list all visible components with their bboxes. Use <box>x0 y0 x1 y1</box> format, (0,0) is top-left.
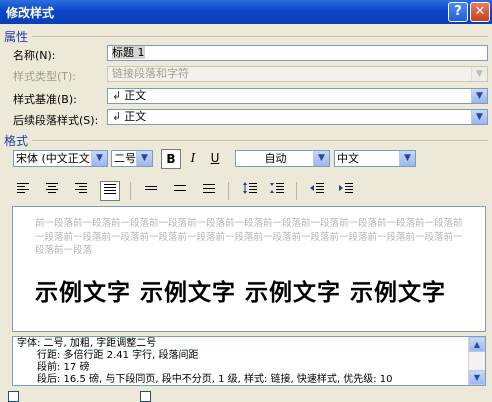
sample-text: 示例文字 示例文字 示例文字 示例文字 <box>35 280 447 306</box>
based-on-label: 样式基准(B): <box>13 93 77 106</box>
next-style-select[interactable]: ↲ 正文 ▼ <box>107 109 488 125</box>
format-divider <box>32 140 488 141</box>
font-dropdown-icon[interactable]: ▼ <box>91 151 107 166</box>
decrease-indent-icon[interactable] <box>307 181 327 201</box>
description-line: 字体: 二号, 加粗, 字距调整二号 <box>17 338 157 349</box>
toolbar-separator <box>130 182 131 200</box>
next-style-dropdown-icon[interactable]: ▼ <box>471 110 487 124</box>
based-on-value: 正文 <box>124 89 147 102</box>
name-field[interactable]: 标题 1 <box>107 45 488 61</box>
description-line: 行距: 多倍行距 2.41 字行, 段落间距 <box>37 350 199 361</box>
font-value: 宋体 (中文正文 <box>16 152 90 165</box>
italic-button[interactable]: I <box>183 149 203 169</box>
decrease-paragraph-spacing-icon[interactable] <box>267 181 287 201</box>
description-scrollbar[interactable]: ▲ ▼ <box>468 337 485 385</box>
double-spacing-icon[interactable] <box>199 181 219 201</box>
description-line: 段前: 17 磅 <box>37 362 90 373</box>
style-type-dropdown-icon: ▼ <box>471 67 487 81</box>
justify-icon[interactable] <box>100 181 120 201</box>
help-icon[interactable]: ? <box>448 2 468 22</box>
description-text: 字体: 二号, 加粗, 字距调整二号 行距: 多倍行距 2.41 字行, 段落间… <box>17 338 467 385</box>
size-select[interactable]: 二号 ▼ <box>111 150 153 167</box>
based-on-select[interactable]: ↲ 正文 ▼ <box>107 88 488 104</box>
toolbar-separator <box>296 182 297 200</box>
next-style-label: 后续段落样式(S): <box>13 114 99 127</box>
description-line: 段后: 16.5 磅, 与下段同页, 段中不分页, 1 级, 样式: 链接, 快… <box>37 374 393 385</box>
close-icon[interactable]: ✕ <box>470 2 490 22</box>
scroll-up-icon[interactable]: ▲ <box>469 337 485 352</box>
bold-button[interactable]: B <box>161 149 181 169</box>
size-value: 二号 <box>114 152 136 165</box>
color-dropdown-icon[interactable]: ▼ <box>313 151 329 166</box>
format-section-label: 格式 <box>4 134 29 148</box>
paragraph-return-icon: ↲ <box>112 110 122 123</box>
font-select[interactable]: 宋体 (中文正文 ▼ <box>13 150 108 167</box>
add-to-quick-styles-checkbox[interactable] <box>8 391 19 402</box>
properties-divider <box>32 36 488 37</box>
style-type-value: 链接段落和字符 <box>112 67 189 80</box>
next-style-value: 正文 <box>124 110 147 123</box>
script-dropdown-icon[interactable]: ▼ <box>399 151 415 166</box>
align-center-icon[interactable] <box>42 181 62 201</box>
script-select[interactable]: 中文 ▼ <box>334 150 416 167</box>
previous-paragraph-text: 前一段落前一段落前一段落前一段落前一段落前一段落前一段落前一段落前一段落前一段落… <box>35 218 463 256</box>
properties-section-label: 属性 <box>4 30 29 44</box>
style-type-label: 样式类型(T): <box>13 70 77 83</box>
color-select[interactable]: 自动 ▼ <box>235 150 330 167</box>
underline-button[interactable]: U <box>205 149 225 169</box>
color-value: 自动 <box>264 152 287 165</box>
align-right-icon[interactable] <box>71 181 91 201</box>
window-title: 修改样式 <box>6 6 55 20</box>
style-description: 字体: 二号, 加粗, 字距调整二号 行距: 多倍行距 2.41 字行, 段落间… <box>12 336 486 386</box>
name-value: 标题 1 <box>112 46 145 59</box>
toolbar-separator <box>228 182 229 200</box>
size-dropdown-icon[interactable]: ▼ <box>136 151 152 166</box>
single-spacing-icon[interactable] <box>141 181 161 201</box>
style-type-select[interactable]: 链接段落和字符 ▼ <box>107 66 488 82</box>
title-bar: 修改样式 ? ✕ <box>0 0 492 24</box>
auto-update-checkbox[interactable] <box>140 391 151 402</box>
increase-paragraph-spacing-icon[interactable] <box>240 181 260 201</box>
name-label: 名称(N): <box>13 49 56 62</box>
style-preview: 前一段落前一段落前一段落前一段落前一段落前一段落前一段落前一段落前一段落前一段落… <box>12 206 486 332</box>
align-left-icon[interactable] <box>13 181 33 201</box>
based-on-dropdown-icon[interactable]: ▼ <box>471 89 487 103</box>
script-value: 中文 <box>337 152 359 165</box>
paragraph-return-icon: ↲ <box>112 89 122 102</box>
increase-indent-icon[interactable] <box>336 181 356 201</box>
scroll-down-icon[interactable]: ▼ <box>469 370 485 385</box>
one-half-spacing-icon[interactable] <box>170 181 190 201</box>
